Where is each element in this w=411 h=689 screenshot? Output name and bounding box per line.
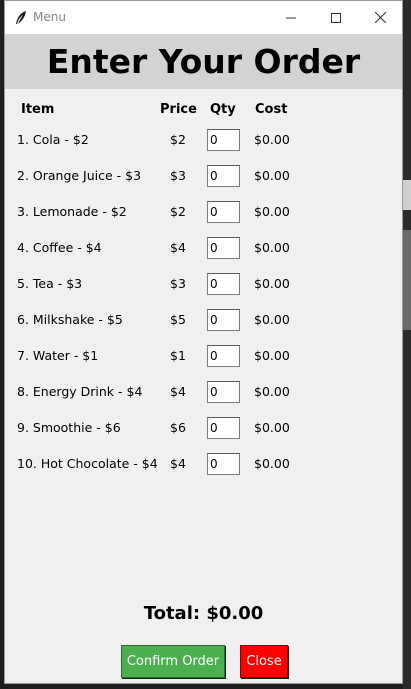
quantity-input[interactable]	[207, 273, 240, 295]
order-row: 10. Hot Chocolate - $4 $4 $0.00	[5, 453, 402, 477]
quantity-input[interactable]	[207, 345, 240, 367]
order-row: 6. Milkshake - $5 $5 $0.00	[5, 309, 402, 333]
feather-icon	[14, 10, 28, 26]
item-cost: $0.00	[254, 132, 290, 147]
item-cost: $0.00	[254, 204, 290, 219]
quantity-input[interactable]	[207, 129, 240, 151]
item-cost: $0.00	[254, 384, 290, 399]
quantity-input[interactable]	[207, 237, 240, 259]
item-price: $1	[170, 348, 186, 363]
order-row: 1. Cola - $2 $2 $0.00	[5, 129, 402, 153]
page-title: Enter Your Order	[46, 42, 361, 81]
order-row: 5. Tea - $3 $3 $0.00	[5, 273, 402, 297]
item-price: $2	[170, 132, 186, 147]
column-header-price: Price	[160, 102, 197, 117]
item-label: 1. Cola - $2	[17, 132, 89, 147]
item-price: $3	[170, 276, 186, 291]
item-price: $4	[170, 456, 186, 471]
background-window	[403, 0, 411, 689]
item-price: $4	[170, 384, 186, 399]
column-header-item: Item	[21, 102, 55, 117]
item-cost: $0.00	[254, 240, 290, 255]
item-price: $6	[170, 420, 186, 435]
item-price: $4	[170, 240, 186, 255]
window-title: Menu	[33, 10, 66, 24]
item-cost: $0.00	[254, 168, 290, 183]
item-price: $5	[170, 312, 186, 327]
item-cost: $0.00	[254, 312, 290, 327]
close-icon	[374, 8, 387, 27]
order-row: 8. Energy Drink - $4 $4 $0.00	[5, 381, 402, 405]
title-bar[interactable]: Menu	[5, 1, 402, 34]
item-label: 9. Smoothie - $6	[17, 420, 121, 435]
background-window-edge	[403, 180, 411, 210]
item-cost: $0.00	[254, 276, 290, 291]
item-label: 10. Hot Chocolate - $4	[17, 456, 158, 471]
background-scrollbar-thumb	[403, 230, 411, 330]
minimize-button[interactable]	[268, 1, 313, 34]
item-price: $2	[170, 204, 186, 219]
item-cost: $0.00	[254, 456, 290, 471]
close-button[interactable]: Close	[240, 645, 288, 678]
quantity-input[interactable]	[207, 453, 240, 475]
close-window-button[interactable]	[358, 1, 402, 34]
quantity-input[interactable]	[207, 309, 240, 331]
menu-window: Menu Enter Your Order Item Price Qty Cos…	[4, 0, 403, 684]
item-label: 8. Energy Drink - $4	[17, 384, 143, 399]
item-label: 7. Water - $1	[17, 348, 99, 363]
column-header-qty: Qty	[210, 102, 236, 117]
item-cost: $0.00	[254, 348, 290, 363]
item-label: 6. Milkshake - $5	[17, 312, 123, 327]
maximize-icon	[330, 8, 341, 27]
minimize-icon	[285, 8, 296, 27]
quantity-input[interactable]	[207, 381, 240, 403]
quantity-input[interactable]	[207, 201, 240, 223]
item-label: 4. Coffee - $4	[17, 240, 102, 255]
item-label: 3. Lemonade - $2	[17, 204, 127, 219]
header-band: Enter Your Order	[5, 34, 402, 89]
item-cost: $0.00	[254, 420, 290, 435]
quantity-input[interactable]	[207, 165, 240, 187]
item-label: 2. Orange Juice - $3	[17, 168, 142, 183]
quantity-input[interactable]	[207, 417, 240, 439]
confirm-order-button[interactable]: Confirm Order	[121, 645, 225, 678]
order-row: 9. Smoothie - $6 $6 $0.00	[5, 417, 402, 441]
column-header-cost: Cost	[255, 102, 288, 117]
item-label: 5. Tea - $3	[17, 276, 83, 291]
order-row: 7. Water - $1 $1 $0.00	[5, 345, 402, 369]
item-price: $3	[170, 168, 186, 183]
order-row: 3. Lemonade - $2 $2 $0.00	[5, 201, 402, 225]
order-total: Total: $0.00	[143, 603, 264, 624]
order-row: 4. Coffee - $4 $4 $0.00	[5, 237, 402, 261]
maximize-button[interactable]	[313, 1, 358, 34]
order-row: 2. Orange Juice - $3 $3 $0.00	[5, 165, 402, 189]
